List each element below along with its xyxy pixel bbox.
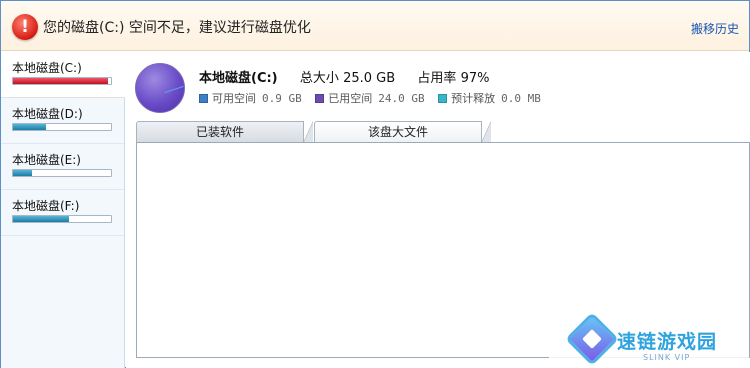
legend-used: 已用空间 24.0 GB [315, 90, 425, 106]
warning-header: ! 您的磁盘(C:) 空间不足，建议进行磁盘优化 搬移历史 [1, 1, 749, 51]
total-size-label: 总大小 [299, 71, 339, 86]
disk-summary: 本地磁盘(C:) 总大小 25.0 GB 占用率 97% [199, 67, 489, 86]
legend-free: 可用空间 0.9 GB [199, 90, 302, 106]
disk-usage-fill [13, 216, 69, 222]
disk-usage-bar [12, 123, 112, 131]
watermark: 速链游戏园 SLINK VIP [549, 312, 749, 367]
sidebar-item-label: 本地磁盘(E:) [12, 153, 81, 167]
total-size-value: 25.0 GB [343, 71, 396, 86]
disk-legend: 可用空间 0.9 GB 已用空间 24.0 GB 预计释放 0.0 MB [199, 90, 551, 106]
header-title: 您的磁盘(C:) 空间不足，建议进行磁盘优化 [43, 20, 311, 36]
sidebar-item-disk-f[interactable]: 本地磁盘(F:) [1, 190, 124, 236]
legend-release: 预计释放 0.0 MB [438, 90, 541, 106]
detail-tabs: 已装软件 该盘大文件 [136, 121, 636, 143]
disk-detail-panel: 本地磁盘(C:) 总大小 25.0 GB 占用率 97% 可用空间 0.9 GB… [126, 52, 750, 368]
disk-usage-bar [12, 77, 112, 85]
watermark-text: 速链游戏园 [617, 331, 718, 353]
disk-usage-fill [13, 78, 109, 84]
disk-usage-bar [12, 215, 112, 223]
watermark-subtext: SLINK VIP [643, 353, 691, 362]
warning-icon: ! [12, 14, 38, 40]
disk-optimize-window: ! 您的磁盘(C:) 空间不足，建议进行磁盘优化 搬移历史 本地磁盘(C:) 本… [0, 0, 750, 368]
disk-name: 本地磁盘(C:) [199, 71, 278, 86]
disk-usage-bar [12, 169, 112, 177]
sidebar-item-label: 本地磁盘(F:) [12, 199, 80, 213]
disk-sidebar: 本地磁盘(C:) 本地磁盘(D:) 本地磁盘(E:) 本地磁盘(F:) [1, 52, 125, 368]
sidebar-item-label: 本地磁盘(C:) [12, 61, 82, 75]
free-swatch-icon [199, 93, 208, 103]
move-history-link[interactable]: 搬移历史 [691, 20, 739, 37]
disk-usage-pie [135, 63, 185, 113]
tab-installed-software[interactable]: 已装软件 [136, 121, 313, 143]
sidebar-item-label: 本地磁盘(D:) [12, 107, 83, 121]
disk-usage-fill [13, 170, 32, 176]
tab-large-files[interactable]: 该盘大文件 [314, 121, 491, 143]
usage-rate-label: 占用率 [417, 71, 457, 86]
sidebar-item-disk-c[interactable]: 本地磁盘(C:) [1, 52, 125, 98]
disk-usage-fill [13, 124, 47, 130]
release-swatch-icon [438, 93, 448, 103]
used-swatch-icon [315, 93, 325, 103]
usage-rate-value: 97% [460, 71, 490, 86]
sidebar-item-disk-e[interactable]: 本地磁盘(E:) [1, 144, 124, 190]
sidebar-item-disk-d[interactable]: 本地磁盘(D:) [1, 98, 124, 144]
